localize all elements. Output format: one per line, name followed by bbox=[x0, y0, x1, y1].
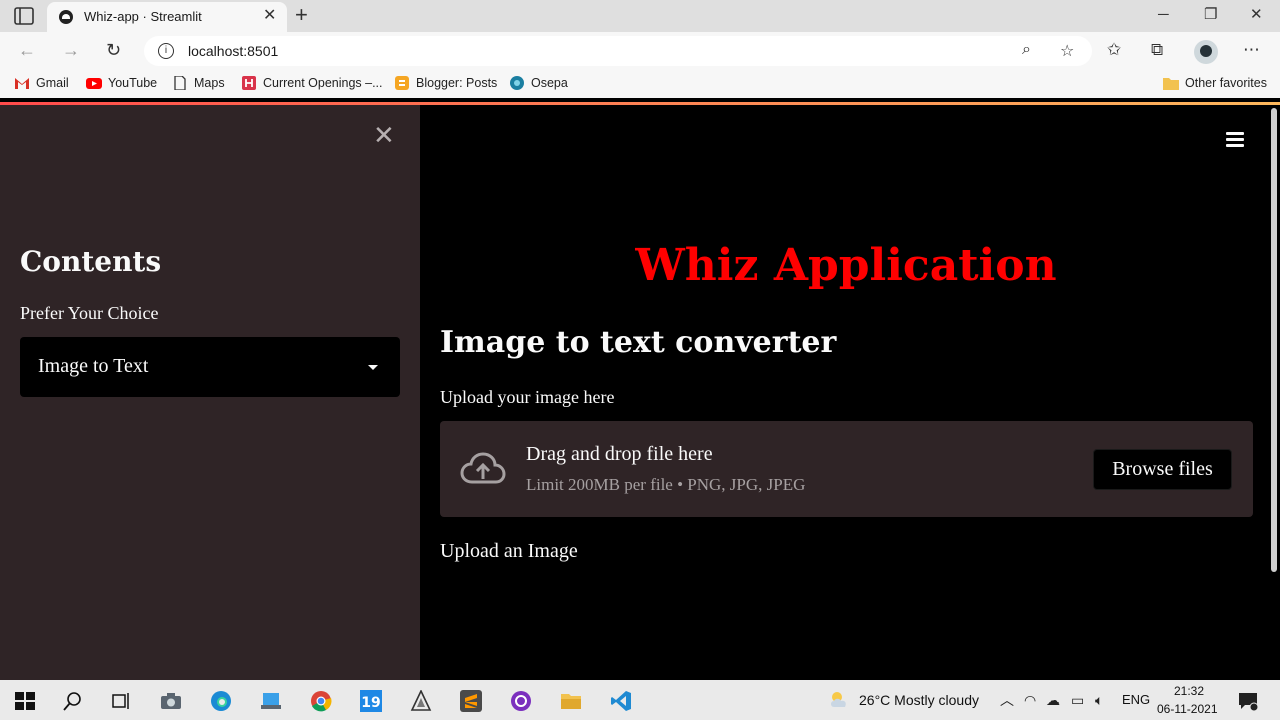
favorites-icon[interactable]: ✩ bbox=[1107, 40, 1121, 60]
other-favorites-label: Other favorites bbox=[1185, 76, 1267, 90]
add-favorite-icon[interactable]: ☆ bbox=[1060, 41, 1074, 61]
inkscape-icon[interactable] bbox=[410, 690, 432, 712]
camera-app-icon[interactable] bbox=[160, 690, 182, 712]
site-info-icon[interactable]: i bbox=[158, 43, 174, 59]
back-icon[interactable]: ← bbox=[18, 41, 36, 59]
select-value: Image to Text bbox=[38, 355, 149, 377]
weather-text[interactable]: 26°C Mostly cloudy bbox=[859, 692, 979, 708]
onedrive-icon[interactable]: ☁ bbox=[1046, 692, 1060, 708]
browse-files-button[interactable]: Browse files bbox=[1093, 449, 1232, 490]
select-label: Prefer Your Choice bbox=[20, 303, 159, 323]
browser-toolbar: ← → ↻ i localhost:8501 ⌕ ☆ ✩ ⧉ ⋯ bbox=[0, 32, 1280, 70]
tab-close-icon[interactable]: ✕ bbox=[263, 8, 276, 24]
youtube-icon bbox=[86, 78, 102, 89]
main-content: Whiz Application Image to text converter… bbox=[420, 105, 1280, 680]
profile-avatar[interactable] bbox=[1194, 40, 1218, 64]
bookmark-maps[interactable]: Maps bbox=[172, 76, 225, 90]
clock-date[interactable]: 06-11-2021 bbox=[1157, 702, 1218, 716]
chevron-down-icon[interactable] bbox=[368, 365, 378, 370]
zoom-icon[interactable]: ⌕ bbox=[1022, 41, 1031, 59]
bookmark-label: Osepa bbox=[531, 76, 568, 90]
app-19-icon[interactable]: 19 bbox=[360, 690, 382, 712]
taskbar: 19 26°C Mostly cloudy ︿ ◠ ☁ ▭ 🔈︎ ENG 21:… bbox=[0, 680, 1280, 720]
tab-title: Whiz-app · Streamlit bbox=[84, 9, 202, 24]
bookmark-label: Maps bbox=[194, 76, 225, 90]
sublime-text-icon[interactable] bbox=[460, 690, 482, 712]
sidebar-close-icon[interactable]: ✕ bbox=[373, 123, 395, 149]
bookmarks-bar: Gmail YouTube Maps Current Openings –...… bbox=[0, 70, 1280, 98]
cloud-upload-icon bbox=[460, 452, 506, 484]
github-desktop-icon[interactable] bbox=[510, 690, 532, 712]
page-scrollbar[interactable] bbox=[1271, 108, 1277, 572]
browser-tab-active[interactable]: Whiz-app · Streamlit ✕ bbox=[47, 2, 287, 32]
page-subtitle: Image to text converter bbox=[440, 325, 837, 360]
restore-icon[interactable]: ❐ bbox=[1204, 6, 1217, 24]
bookmark-label: Gmail bbox=[36, 76, 69, 90]
folder-icon bbox=[1163, 78, 1179, 90]
window-close-icon[interactable]: ✕ bbox=[1250, 6, 1263, 24]
dropzone-limit: Limit 200MB per file • PNG, JPG, JPEG bbox=[526, 475, 806, 494]
app-title: Whiz Application bbox=[635, 240, 1057, 291]
blogger-icon bbox=[395, 76, 409, 90]
bookmark-current-openings[interactable]: Current Openings –... bbox=[241, 76, 383, 90]
language-indicator[interactable]: ENG bbox=[1122, 692, 1150, 707]
file-dropzone[interactable]: Drag and drop file here Limit 200MB per … bbox=[440, 421, 1253, 517]
url-text[interactable]: localhost:8501 bbox=[188, 43, 278, 59]
choice-select[interactable]: Image to Text bbox=[20, 337, 400, 397]
clock-time[interactable]: 21:32 bbox=[1174, 684, 1204, 698]
bookmark-youtube[interactable]: YouTube bbox=[86, 76, 157, 90]
gmail-icon bbox=[15, 78, 29, 89]
bookmark-label: Blogger: Posts bbox=[416, 76, 498, 90]
hamburger-menu-icon[interactable] bbox=[1226, 132, 1244, 147]
uploader-label: Upload your image here bbox=[440, 387, 615, 407]
bookmark-osepa[interactable]: Osepa bbox=[509, 76, 568, 90]
bookmark-label: Current Openings –... bbox=[263, 76, 383, 90]
sidebar-heading: Contents bbox=[20, 245, 162, 278]
bookmark-gmail[interactable]: Gmail bbox=[14, 76, 69, 90]
vscode-icon[interactable] bbox=[610, 690, 632, 712]
svg-text:19: 19 bbox=[361, 695, 380, 711]
sidebar: ✕ Contents Prefer Your Choice Image to T… bbox=[0, 105, 420, 680]
osepa-icon bbox=[510, 76, 524, 90]
bookmark-blogger[interactable]: Blogger: Posts bbox=[394, 76, 497, 90]
bookmark-label: YouTube bbox=[108, 76, 158, 90]
weather-cloudy-icon[interactable] bbox=[828, 689, 850, 711]
windows-start-icon[interactable] bbox=[14, 690, 36, 712]
search-icon[interactable] bbox=[62, 690, 84, 712]
maps-icon bbox=[174, 76, 186, 90]
network-icon[interactable]: ◠ bbox=[1024, 692, 1036, 708]
notifications-icon[interactable] bbox=[1237, 690, 1259, 712]
this-pc-icon[interactable] bbox=[260, 690, 282, 712]
streamlit-favicon-icon bbox=[59, 10, 73, 24]
volume-icon[interactable]: 🔈︎ bbox=[1095, 692, 1103, 708]
dropzone-title: Drag and drop file here bbox=[526, 443, 713, 465]
tab-actions-icon[interactable] bbox=[14, 7, 34, 25]
current-openings-icon bbox=[242, 76, 256, 90]
collections-icon[interactable]: ⧉ bbox=[1151, 40, 1163, 60]
forward-icon[interactable]: → bbox=[62, 41, 80, 59]
refresh-icon[interactable]: ↻ bbox=[106, 41, 121, 59]
more-menu-icon[interactable]: ⋯ bbox=[1243, 40, 1260, 60]
minimize-icon[interactable]: ─ bbox=[1158, 6, 1169, 24]
edge-browser-icon[interactable] bbox=[210, 690, 232, 712]
other-favorites[interactable]: Other favorites bbox=[1163, 76, 1267, 90]
show-hidden-icons-icon[interactable]: ︿ bbox=[1000, 692, 1014, 708]
address-bar[interactable]: i localhost:8501 ⌕ ☆ bbox=[144, 36, 1092, 66]
new-tab-button[interactable]: + bbox=[295, 4, 308, 26]
task-view-icon[interactable] bbox=[110, 690, 132, 712]
file-explorer-icon[interactable] bbox=[560, 690, 582, 712]
browser-tab-strip: Whiz-app · Streamlit ✕ + ─ ❐ ✕ bbox=[0, 0, 1280, 32]
battery-icon[interactable]: ▭ bbox=[1071, 692, 1084, 708]
chrome-icon[interactable] bbox=[310, 690, 332, 712]
status-text: Upload an Image bbox=[440, 540, 578, 562]
